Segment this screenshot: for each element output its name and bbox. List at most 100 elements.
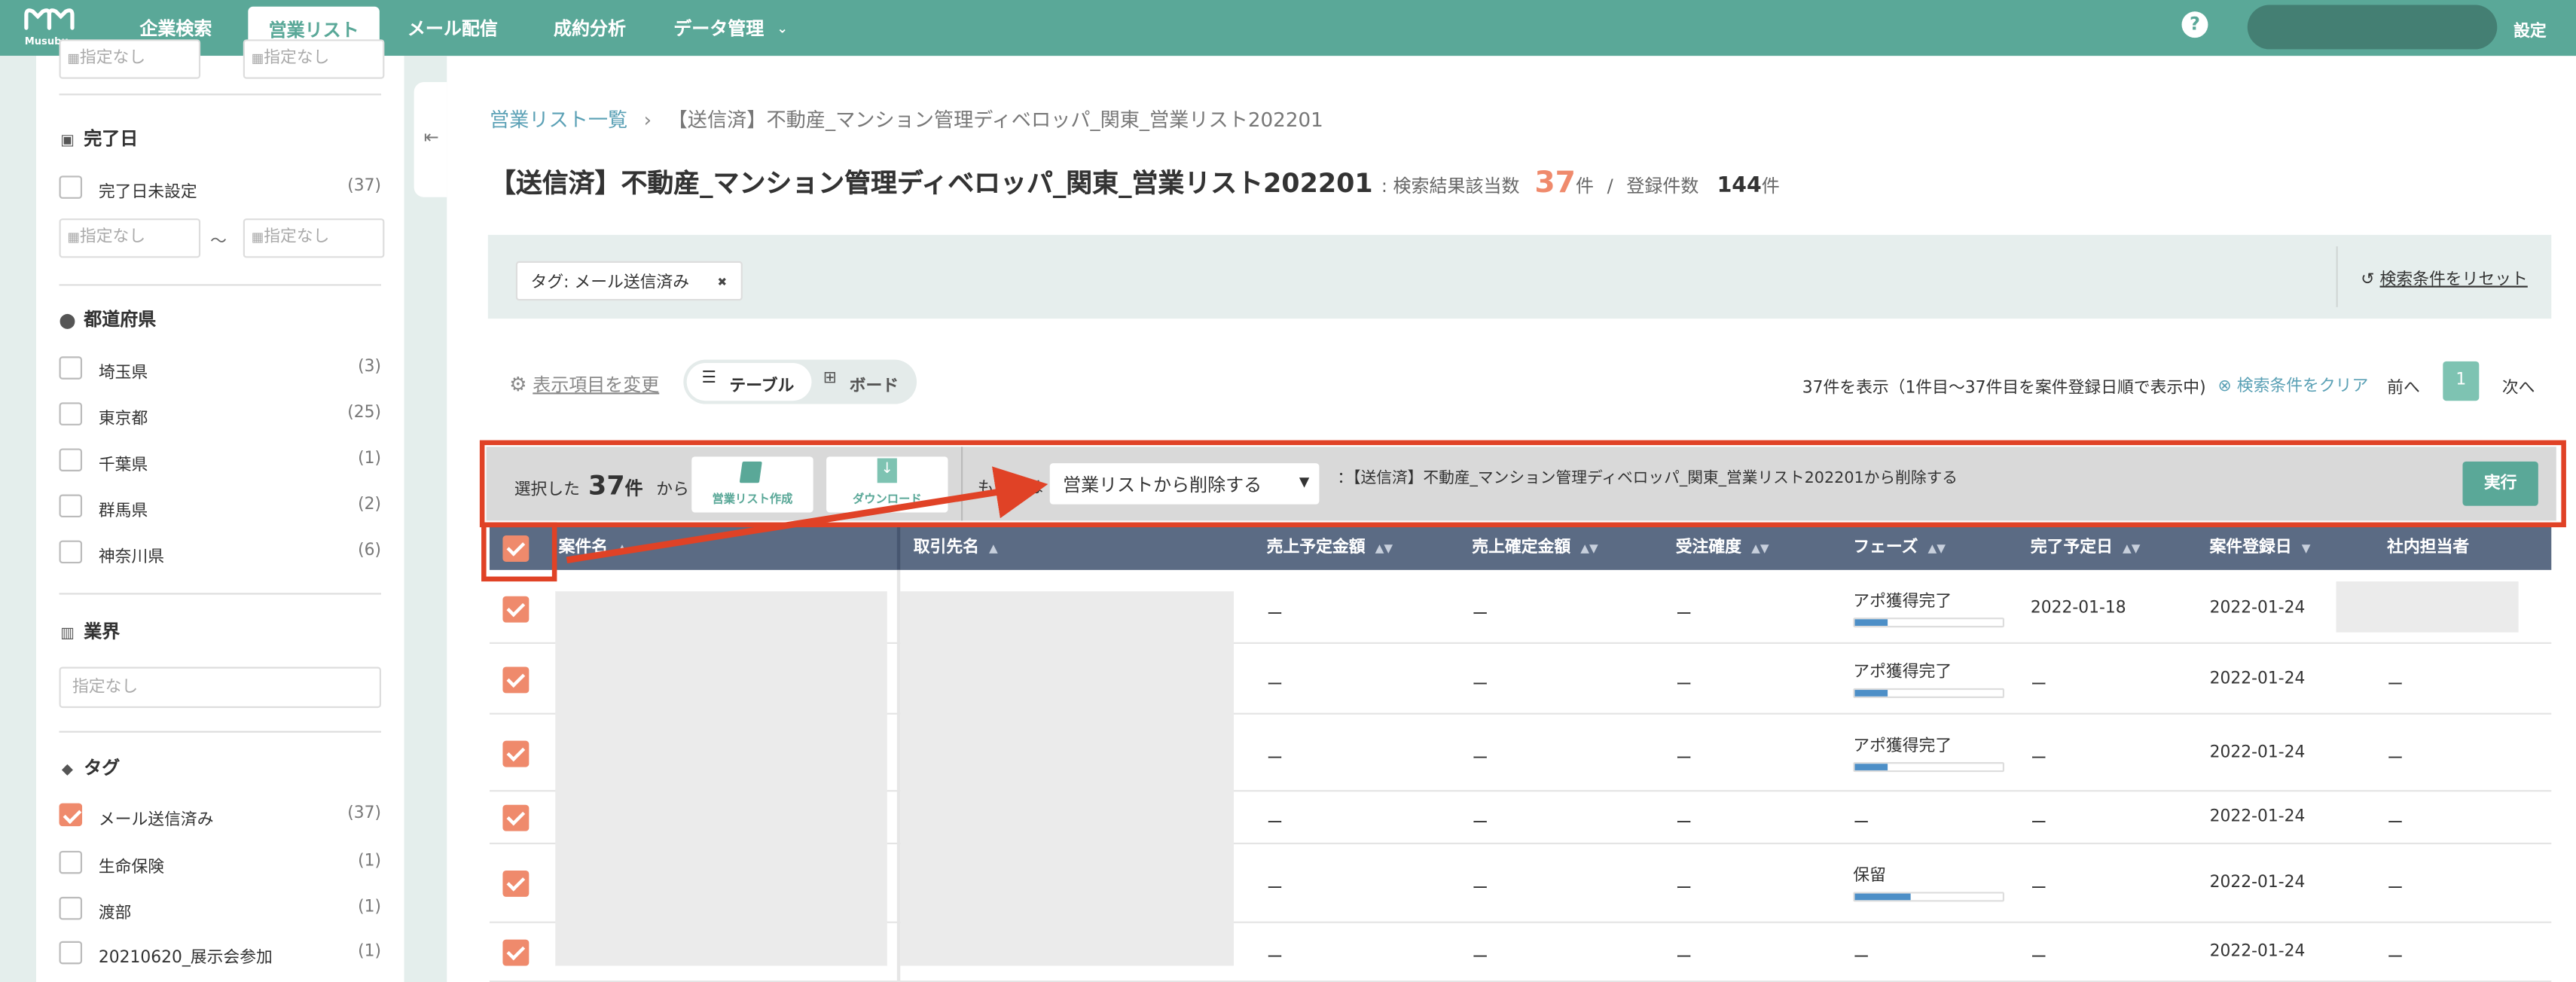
chevron-down-icon: ⌄: [777, 21, 788, 36]
registered-count: 144: [1717, 174, 1762, 199]
logo-icon: [24, 8, 75, 30]
phase-cell: 保留: [1853, 867, 1886, 886]
column-header[interactable]: 売上予定金額 ▲▼: [1267, 526, 1393, 570]
account-bar[interactable]: [2247, 5, 2498, 50]
nav-deal-analysis[interactable]: 成約分析: [554, 0, 626, 56]
help-icon[interactable]: ?: [2181, 11, 2208, 38]
prefecture-checkbox[interactable]: [59, 540, 83, 564]
divider: [59, 93, 382, 96]
phase-cell: アポ獲得完了: [1853, 736, 1952, 755]
nav-data-management[interactable]: データ管理 ⌄: [673, 0, 788, 56]
phase-cell: ー: [1853, 814, 1870, 833]
result-label: : 検索結果該当数: [1381, 175, 1520, 197]
column-header[interactable]: 完了予定日 ▲▼: [2031, 526, 2141, 570]
filter-sidebar: ▦指定なし ▦指定なし ▣ 完了日 完了日未設定 (37) ▦指定なし 〜 ▦指定…: [35, 39, 404, 982]
due-date-cell: ー: [2030, 676, 2047, 694]
column-divider: [896, 525, 901, 570]
table-header: 案件名 ▲ 取引先名 ▲ 売上予定金額 ▲▼ 売上確定金額 ▲▼ 受注確度 ▲▼ フェーズ…: [489, 525, 2552, 570]
completion-from-input[interactable]: ▦指定なし: [59, 218, 201, 258]
row-checkbox[interactable]: [502, 666, 530, 693]
filter-tag-label: タグ: メール送信済み: [530, 274, 690, 293]
view-board-button[interactable]: ⊞ ボード: [818, 363, 914, 401]
completion-to-input[interactable]: ▦指定なし: [243, 218, 385, 258]
sales-fixed-cell: ー: [1472, 676, 1489, 694]
prefecture-title: ⬤ 都道府県: [59, 309, 157, 331]
column-header[interactable]: フェーズ ▲▼: [1853, 526, 1946, 570]
tag-checkbox-checked[interactable]: [59, 803, 83, 827]
top-range-to[interactable]: ▦指定なし: [243, 39, 385, 79]
sort-icon: ▲▼: [2123, 541, 2141, 556]
column-header[interactable]: 案件登録日 ▼: [2210, 526, 2311, 570]
phase-progress-bar: [1853, 761, 2004, 772]
calendar-icon: ▦: [67, 230, 80, 245]
sales-fixed-cell: ー: [1472, 749, 1489, 768]
sales-plan-cell: ー: [1266, 676, 1283, 694]
sort-icon: ▲▼: [1927, 541, 1946, 556]
tag-checkbox[interactable]: [59, 850, 83, 874]
breadcrumb-current: 【送信済】不動産_マンション管理ディベロッパ_関東_営業リスト202201: [667, 108, 1323, 132]
filter-summary-panel: タグ: メール送信済み ✖ ↺ 検索条件をリセット: [487, 234, 2552, 319]
prefecture-checkbox[interactable]: [59, 448, 83, 471]
left-margin: [0, 56, 36, 982]
prefecture-label: 東京都: [98, 410, 148, 429]
filter-tag-chip: タグ: メール送信済み ✖: [515, 261, 742, 301]
registered-date-cell: 2022-01-24: [2209, 669, 2306, 688]
completion-unset-label: 完了日未設定: [98, 184, 197, 203]
column-header[interactable]: 社内担当者: [2387, 526, 2469, 570]
list-icon: ☰: [701, 369, 716, 388]
collapse-sidebar-button[interactable]: ⇤: [414, 82, 447, 197]
view-toggle: ☰ テーブル ⊞ ボード: [683, 359, 917, 404]
settings-link[interactable]: 設定: [2513, 17, 2547, 41]
current-page-button[interactable]: 1: [2443, 361, 2480, 401]
panel-divider: [2336, 246, 2338, 307]
phase-cell: ー: [1853, 949, 1870, 968]
nav-data-management-label: データ管理: [673, 17, 765, 40]
row-checkbox[interactable]: [502, 804, 530, 831]
registered-date-cell: 2022-01-24: [2209, 942, 2306, 961]
column-header[interactable]: 受注確度 ▲▼: [1676, 526, 1769, 570]
view-table-button[interactable]: ☰ テーブル: [686, 363, 812, 401]
prev-page-button[interactable]: 前へ: [2387, 373, 2420, 398]
breadcrumb-link[interactable]: 営業リスト一覧: [490, 108, 627, 132]
sort-icon: ▲▼: [1375, 541, 1393, 556]
top-navigation: Musubu 企業検索 営業リスト メール配信 成約分析 データ管理 ⌄ ? 設…: [0, 0, 2576, 56]
prefecture-count: (3): [358, 358, 382, 377]
prefecture-checkbox[interactable]: [59, 494, 83, 518]
tags-title: ◆ タグ: [60, 754, 120, 780]
clear-conditions-link[interactable]: ⊗ 検索条件をクリア: [2218, 371, 2369, 396]
column-header[interactable]: 売上確定金額 ▲▼: [1472, 526, 1598, 570]
page-title: 【送信済】不動産_マンション管理ディベロッパ_関東_営業リスト202201: [489, 167, 1373, 199]
column-header[interactable]: 案件名 ▲: [559, 526, 627, 570]
sales-plan-cell: ー: [1266, 605, 1283, 624]
page-title-row: 【送信済】不動産_マンション管理ディベロッパ_関東_営業リスト202201 : …: [490, 161, 1780, 200]
sort-icon: ▲: [989, 541, 998, 556]
calendar-icon: ▦: [251, 50, 264, 66]
phase-progress-fill: [1854, 763, 1888, 770]
row-checkbox[interactable]: [502, 740, 530, 767]
probability-cell: ー: [1675, 676, 1692, 694]
phase-progress-bar: [1853, 687, 2004, 697]
row-checkbox[interactable]: [502, 939, 530, 966]
sort-icon: ▼: [2301, 541, 2311, 556]
prefecture-checkbox[interactable]: [59, 356, 83, 380]
column-header[interactable]: 取引先名 ▲: [914, 526, 998, 570]
top-range-from[interactable]: ▦指定なし: [59, 39, 201, 79]
completion-unset-count: (37): [347, 177, 382, 196]
calendar-icon: ▦: [67, 50, 80, 66]
annotation-action-bar-highlight: [479, 440, 2566, 528]
completion-unset-checkbox[interactable]: [59, 175, 83, 199]
probability-cell: ー: [1675, 880, 1692, 899]
tag-checkbox[interactable]: [59, 896, 83, 920]
next-page-button[interactable]: 次へ: [2502, 373, 2535, 398]
display-change-link[interactable]: ⚙ 表示項目を変更: [509, 371, 659, 398]
tag-checkbox[interactable]: [59, 941, 83, 965]
row-checkbox[interactable]: [502, 870, 530, 897]
nav-mail[interactable]: メール配信: [407, 0, 498, 56]
due-date-cell: ー: [2030, 880, 2047, 899]
sort-icon: ▲▼: [1580, 541, 1598, 556]
row-checkbox[interactable]: [502, 596, 530, 623]
industry-input[interactable]: 指定なし: [59, 666, 382, 709]
reset-conditions-link[interactable]: ↺ 検索条件をリセット: [2361, 264, 2528, 289]
remove-icon[interactable]: ✖: [717, 276, 727, 288]
prefecture-checkbox[interactable]: [59, 402, 83, 425]
